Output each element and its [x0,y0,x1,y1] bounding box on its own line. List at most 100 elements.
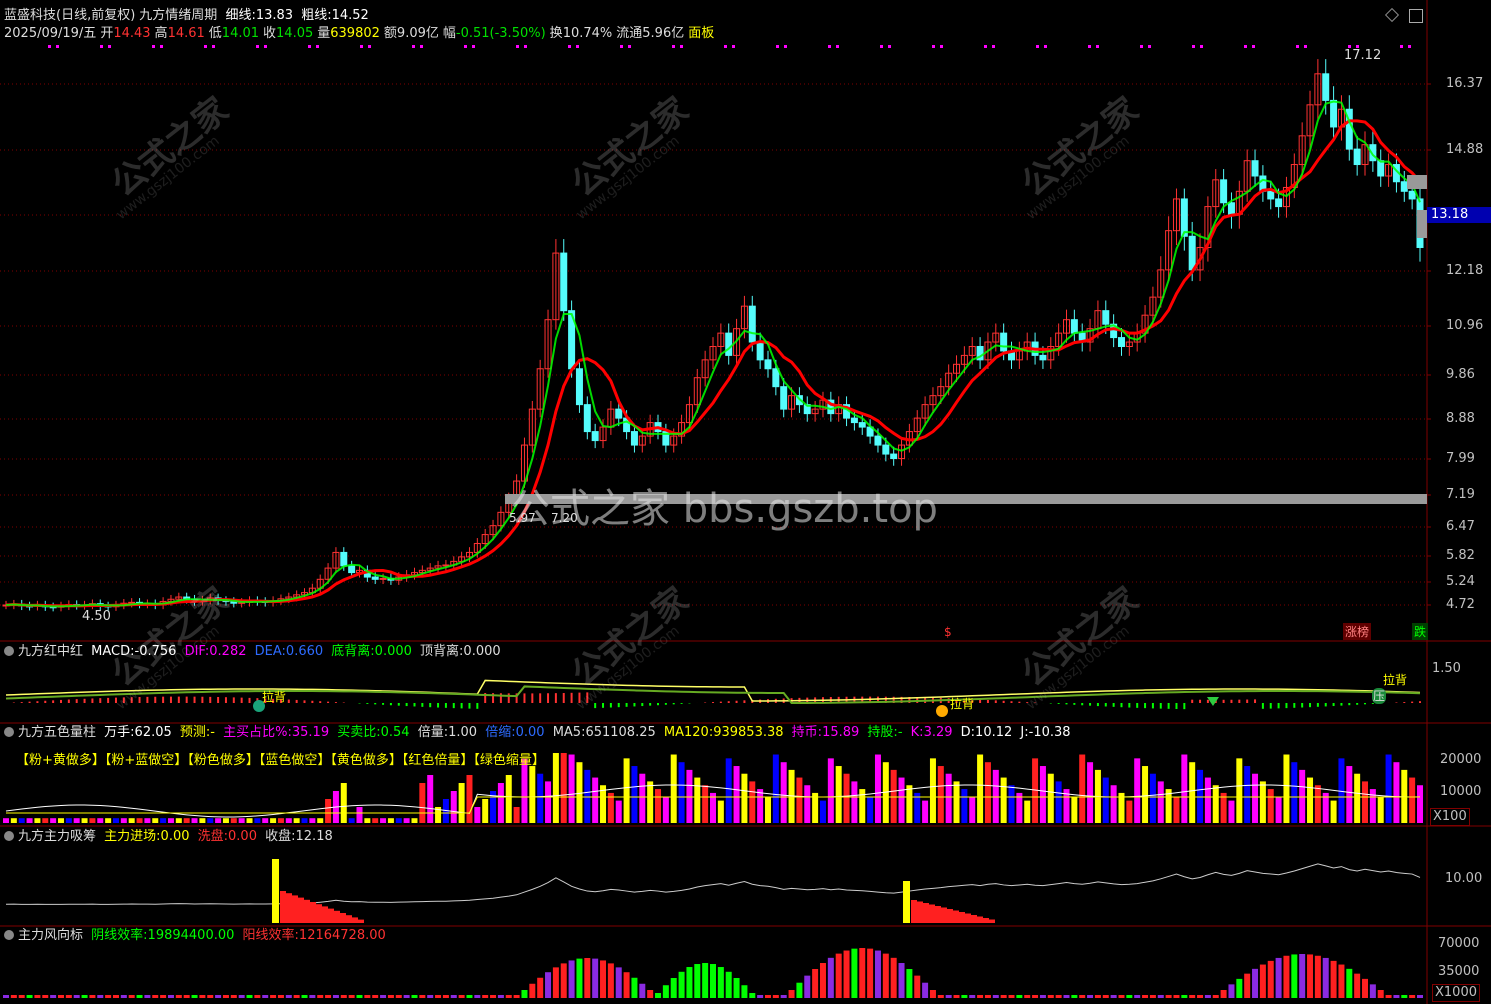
wind-bar [1024,995,1031,998]
volume-bar [772,754,779,823]
volume-bar [18,818,25,823]
volume-bar [1142,766,1149,823]
signal-dot [576,45,579,48]
wind-bar [427,995,434,998]
indicator-name[interactable]: 九方情绪周期 [139,8,217,23]
zhangbang-badge[interactable]: 涨榜 [1343,623,1372,640]
yin-value: 19894400.00 [147,928,235,943]
legend-item: 【绿色缩量】 [473,753,545,768]
labei-tag-3: 拉背 [1383,673,1408,687]
wind-bar [859,948,866,998]
volume-bar [969,796,976,823]
volume-bar [466,775,473,823]
wind-bar [387,995,394,998]
price-axis-label: 6.47 [1446,519,1475,534]
wash-bar [292,895,298,923]
volume-bar [1346,766,1353,823]
wind-bar [474,995,481,998]
wind-bar [819,963,826,998]
candle-body [583,404,591,433]
panel-options-icon[interactable] [4,646,14,656]
yin-label: 阴线效率: [91,928,148,943]
volume-bar [167,818,174,823]
volume-panel-name[interactable]: 九方五色量柱 [18,725,96,740]
wind-bar [277,995,284,998]
volume-bar [254,818,261,823]
die-badge[interactable]: 跌 [1412,623,1429,640]
wind-bar [1032,995,1039,998]
wind-bar [725,971,732,998]
wind-bar [655,993,662,998]
volume-bar [977,754,984,823]
wind-bar [482,995,489,998]
wind-bar [545,972,552,998]
close-value: 14.05 [276,26,314,41]
volume-bar [10,818,17,823]
candle-body [756,341,764,361]
wash-bar [959,912,965,923]
volume-bar [1024,800,1031,823]
chart-canvas[interactable] [0,0,1491,1004]
candle-body [1377,160,1385,177]
volume-bar [560,753,567,823]
wind-bar [81,995,88,998]
absorb-panel-name[interactable]: 九方主力吸筹 [18,829,96,844]
candle-body [371,576,379,580]
wind-bar [1157,995,1164,998]
wind-bar [128,995,135,998]
macd-panel-name[interactable]: 九方红中红 [18,644,83,659]
volume-bar [1228,800,1235,823]
labei-tag-1: 拉背 [262,690,287,704]
volume-bar [112,818,119,823]
volume-bar [120,818,127,823]
signal-dot [1304,45,1307,48]
volume-bar [199,818,206,823]
volume-bar [827,758,834,823]
entry-bar [272,859,279,923]
window-icon[interactable] [1409,9,1423,23]
signal-dot [412,45,415,48]
volume-bar [207,818,214,823]
panel-options-icon[interactable] [4,930,14,940]
wind-bar [749,993,756,998]
wash-bar [334,910,340,923]
volume-bar [631,766,638,823]
wind-bar [348,995,355,998]
candle-body [1275,198,1283,208]
wind-bar [317,995,324,998]
wind-bar [710,964,716,998]
wind-bar [568,960,575,998]
panel-options-icon[interactable] [4,831,14,841]
wind-bar [1212,995,1219,998]
signal-dot [316,45,319,48]
wind-bar [1000,995,1007,998]
wind-bar [120,995,127,998]
grey-bar [505,494,1427,504]
wash-bar [983,918,989,923]
wind-bar [144,995,151,998]
volume-bar [1417,785,1423,823]
volume-bar [152,818,159,823]
wind-bar [1369,984,1376,998]
volume-bar [191,818,198,823]
signal-dot [1140,45,1143,48]
volume-bar [1314,785,1321,823]
volume-axis-10000: 10000 [1440,784,1482,799]
panel-options-icon[interactable] [4,727,14,737]
wind-bar [1385,995,1392,998]
wind-bar [1149,995,1156,998]
k-label: K: [910,725,924,740]
stock-title[interactable]: 蓝盛科技(日线,前复权) [4,8,135,23]
volume-bar [1087,762,1094,823]
wind-bar [874,950,881,998]
wind-panel-name[interactable]: 主力风向标 [18,928,83,943]
signal-dot [1148,45,1151,48]
volume-bar [450,791,457,823]
d-value: 10.12 [975,725,1013,740]
volume-bar [348,818,355,823]
panel-button[interactable]: 面板 [688,26,714,41]
wind-bar [1220,990,1227,998]
volume-bar [1377,796,1384,823]
signal-dot [1096,45,1099,48]
wash-bar [923,903,929,923]
